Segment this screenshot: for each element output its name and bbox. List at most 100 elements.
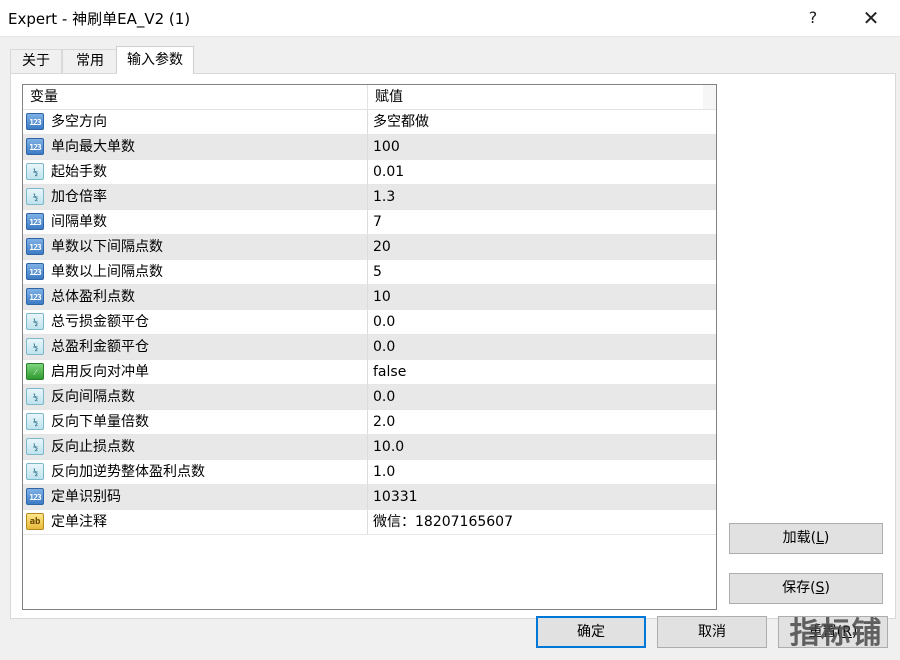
value-cell[interactable]: 1.0: [368, 460, 716, 484]
save-button-label: 保存: [782, 580, 811, 596]
column-header-variable[interactable]: 变量: [23, 85, 368, 109]
tab-common[interactable]: 常用: [62, 49, 118, 73]
table-row[interactable]: 123 间隔单数 7: [23, 210, 716, 235]
variable-cell: 123 总体盈利点数: [23, 285, 368, 309]
header-filler: [703, 85, 716, 109]
value-cell[interactable]: 1.3: [368, 185, 716, 209]
double-icon: ½: [26, 188, 44, 205]
variable-name: 反向止损点数: [51, 439, 135, 455]
variable-cell: ½ 起始手数: [23, 160, 368, 184]
double-icon: ½: [26, 463, 44, 480]
value-cell[interactable]: 微信：18207165607: [368, 510, 716, 534]
table-row[interactable]: 123 总体盈利点数 10: [23, 285, 716, 310]
variable-cell: ½ 反向止损点数: [23, 435, 368, 459]
save-button[interactable]: 保存(S): [729, 573, 883, 604]
variable-cell: ½ 反向下单量倍数: [23, 410, 368, 434]
variable-cell: ⁄ 启用反向对冲单: [23, 360, 368, 384]
variable-cell: 123 单数以下间隔点数: [23, 235, 368, 259]
variable-cell: 123 多空方向: [23, 110, 368, 134]
table-row[interactable]: ab 定单注释 微信：18207165607: [23, 510, 716, 535]
variable-cell: 123 间隔单数: [23, 210, 368, 234]
variable-cell: 123 单数以上间隔点数: [23, 260, 368, 284]
variable-cell: 123 定单识别码: [23, 485, 368, 509]
variable-name: 多空方向: [51, 114, 107, 130]
save-button-key: S: [815, 580, 825, 596]
load-button-label: 加载: [782, 530, 811, 546]
variable-name: 反向加逆势整体盈利点数: [51, 464, 205, 480]
table-row[interactable]: 123 单数以下间隔点数 20: [23, 235, 716, 260]
load-button-key: L: [816, 530, 824, 546]
tab-inputs[interactable]: 输入参数: [116, 46, 194, 74]
table-row[interactable]: 123 单数以上间隔点数 5: [23, 260, 716, 285]
value-cell[interactable]: 7: [368, 210, 716, 234]
double-icon: ½: [26, 388, 44, 405]
variable-name: 定单识别码: [51, 489, 121, 505]
variable-name: 单向最大单数: [51, 139, 135, 155]
variable-cell: ½ 反向加逆势整体盈利点数: [23, 460, 368, 484]
variable-name: 单数以下间隔点数: [51, 239, 163, 255]
table-row[interactable]: ½ 总盈利金额平仓 0.0: [23, 335, 716, 360]
variable-name: 启用反向对冲单: [51, 364, 149, 380]
table-row[interactable]: ½ 反向下单量倍数 2.0: [23, 410, 716, 435]
help-button[interactable]: ?: [790, 0, 836, 36]
variable-cell: ½ 总亏损金额平仓: [23, 310, 368, 334]
tab-about[interactable]: 关于: [10, 49, 62, 73]
table-row[interactable]: 123 多空方向 多空都做: [23, 110, 716, 135]
variable-cell: ½ 反向间隔点数: [23, 385, 368, 409]
bool-icon: ⁄: [26, 363, 44, 380]
value-cell[interactable]: 2.0: [368, 410, 716, 434]
table-row[interactable]: ½ 反向止损点数 10.0: [23, 435, 716, 460]
variable-name: 总亏损金额平仓: [51, 314, 149, 330]
string-icon: ab: [26, 513, 44, 530]
close-button[interactable]: ✕: [848, 0, 894, 36]
value-cell[interactable]: 10.0: [368, 435, 716, 459]
int-icon: 123: [26, 238, 44, 255]
table-row[interactable]: ½ 反向加逆势整体盈利点数 1.0: [23, 460, 716, 485]
variable-name: 反向间隔点数: [51, 389, 135, 405]
variable-name: 定单注释: [51, 514, 107, 530]
table-row[interactable]: ⁄ 启用反向对冲单 false: [23, 360, 716, 385]
table-row[interactable]: ½ 反向间隔点数 0.0: [23, 385, 716, 410]
int-icon: 123: [26, 263, 44, 280]
variable-cell: ½ 总盈利金额平仓: [23, 335, 368, 359]
variable-name: 起始手数: [51, 164, 107, 180]
double-icon: ½: [26, 438, 44, 455]
cancel-button[interactable]: 取消: [657, 616, 767, 648]
value-cell[interactable]: 多空都做: [368, 110, 716, 134]
value-cell[interactable]: 10: [368, 285, 716, 309]
variable-name: 间隔单数: [51, 214, 107, 230]
ok-button[interactable]: 确定: [536, 616, 646, 648]
variable-name: 加仓倍率: [51, 189, 107, 205]
table-row[interactable]: ½ 总亏损金额平仓 0.0: [23, 310, 716, 335]
variable-cell: ab 定单注释: [23, 510, 368, 534]
value-cell[interactable]: 0.0: [368, 310, 716, 334]
value-cell[interactable]: 10331: [368, 485, 716, 509]
value-cell[interactable]: 5: [368, 260, 716, 284]
parameters-grid: 变量 赋值 123 多空方向 多空都做 123 单向最大单数 100 ½ 起始手数 0.01 ½ 加…: [22, 84, 717, 610]
value-cell[interactable]: 100: [368, 135, 716, 159]
column-header-value[interactable]: 赋值: [368, 85, 716, 109]
value-cell[interactable]: 20: [368, 235, 716, 259]
table-row[interactable]: ½ 起始手数 0.01: [23, 160, 716, 185]
inputs-panel: 变量 赋值 123 多空方向 多空都做 123 单向最大单数 100 ½ 起始手数 0.01 ½ 加…: [10, 73, 896, 619]
value-cell[interactable]: false: [368, 360, 716, 384]
double-icon: ½: [26, 413, 44, 430]
variable-name: 反向下单量倍数: [51, 414, 149, 430]
value-cell[interactable]: 0.0: [368, 335, 716, 359]
load-button[interactable]: 加载(L): [729, 523, 883, 554]
double-icon: ½: [26, 313, 44, 330]
watermark-logo: 指标铺: [789, 616, 883, 651]
window-title: Expert - 神刷单EA_V2 (1): [8, 10, 191, 28]
int-icon: 123: [26, 488, 44, 505]
double-icon: ½: [26, 338, 44, 355]
table-row[interactable]: ½ 加仓倍率 1.3: [23, 185, 716, 210]
grid-header: 变量 赋值: [23, 85, 716, 110]
table-row[interactable]: 123 定单识别码 10331: [23, 485, 716, 510]
value-cell[interactable]: 0.01: [368, 160, 716, 184]
value-cell[interactable]: 0.0: [368, 385, 716, 409]
variable-name: 总盈利金额平仓: [51, 339, 149, 355]
int-icon: 123: [26, 113, 44, 130]
variable-cell: 123 单向最大单数: [23, 135, 368, 159]
int-icon: 123: [26, 288, 44, 305]
table-row[interactable]: 123 单向最大单数 100: [23, 135, 716, 160]
